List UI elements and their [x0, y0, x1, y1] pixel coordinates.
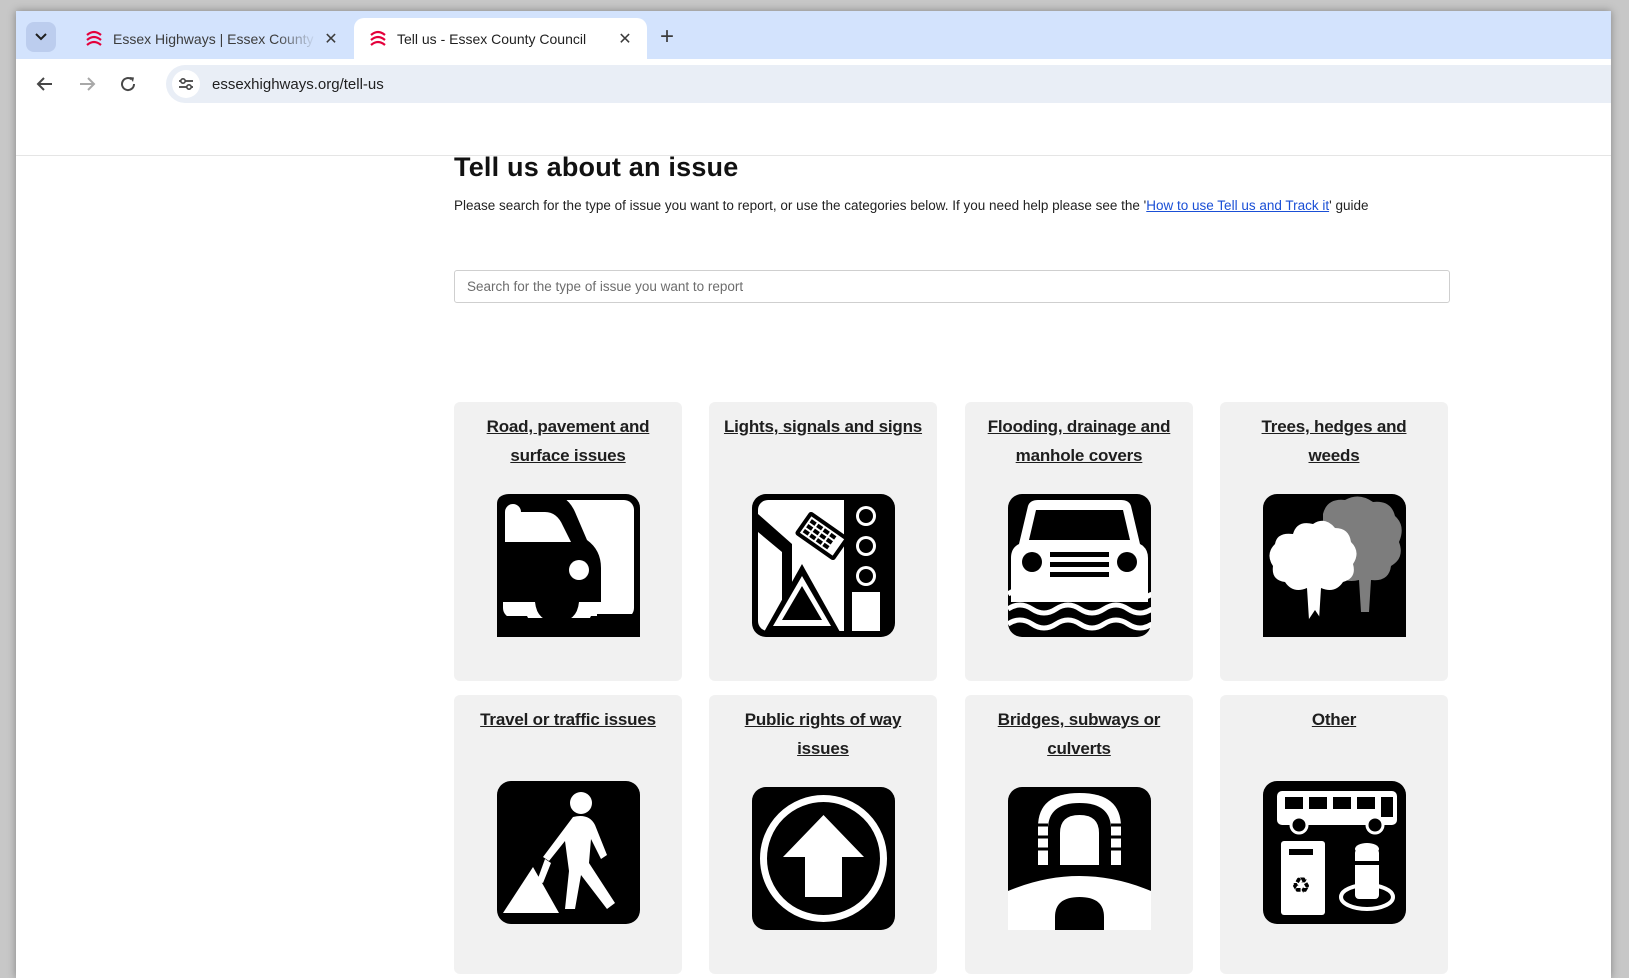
category-link[interactable]: Public rights of way issues — [723, 705, 923, 763]
category-card-rights-of-way[interactable]: Public rights of way issues — [709, 695, 937, 974]
category-card-road[interactable]: Road, pavement and surface issues — [454, 402, 682, 681]
category-card-trees[interactable]: Trees, hedges and weeds — [1220, 402, 1448, 681]
essex-logo-icon — [86, 30, 102, 46]
bus-bin-icon[interactable]: ♻ — [1263, 781, 1406, 924]
tab-search-button[interactable] — [26, 22, 56, 52]
trees-icon[interactable] — [1263, 494, 1406, 637]
reload-icon — [121, 77, 136, 92]
site-info-button[interactable] — [172, 70, 200, 98]
arrow-left-icon — [36, 77, 52, 91]
category-card-lights[interactable]: Lights, signals and signs — [709, 402, 937, 681]
svg-text:♻: ♻ — [1291, 874, 1311, 899]
browser-toolbar: essexhighways.org/tell-us — [16, 59, 1611, 108]
arrow-up-circle-icon[interactable] — [752, 787, 895, 930]
tab-title: Essex Highways | Essex County Council — [113, 30, 317, 47]
site-header — [16, 108, 1611, 156]
roadworks-icon[interactable] — [497, 781, 640, 924]
new-tab-button[interactable]: + — [653, 23, 681, 51]
tab-tell-us[interactable]: Tell us - Essex County Council ✕ — [354, 18, 647, 59]
bridge-tunnel-icon[interactable] — [1008, 787, 1151, 930]
category-card-flooding[interactable]: Flooding, drainage and manhole covers — [965, 402, 1193, 681]
car-flood-icon[interactable] — [1008, 494, 1151, 637]
category-link[interactable]: Lights, signals and signs — [723, 412, 923, 441]
category-link[interactable]: Other — [1234, 705, 1434, 734]
reload-button[interactable] — [114, 70, 142, 98]
address-bar[interactable]: essexhighways.org/tell-us — [166, 65, 1611, 103]
car-pothole-icon[interactable] — [497, 494, 640, 637]
arrow-right-icon — [80, 77, 96, 91]
issue-search-input[interactable] — [454, 270, 1450, 303]
close-icon[interactable]: ✕ — [317, 29, 345, 49]
page-title: Tell us about an issue — [454, 152, 739, 182]
url-text: essexhighways.org/tell-us — [212, 75, 384, 93]
tab-essex-highways[interactable]: Essex Highways | Essex County Council ✕ — [70, 18, 353, 59]
category-link[interactable]: Flooding, drainage and manhole covers — [979, 412, 1179, 470]
tune-icon — [179, 77, 193, 91]
category-card-travel[interactable]: Travel or traffic issues — [454, 695, 682, 974]
category-link[interactable]: Road, pavement and surface issues — [468, 412, 668, 470]
tab-strip: Essex Highways | Essex County Council ✕ … — [16, 11, 1611, 59]
back-button[interactable] — [31, 70, 59, 98]
intro-before: Please search for the type of issue you … — [454, 198, 1147, 213]
category-card-other[interactable]: Other ♻ — [1220, 695, 1448, 974]
category-link[interactable]: Travel or traffic issues — [468, 705, 668, 734]
tab-title: Tell us - Essex County Council — [397, 30, 587, 47]
intro-text: Please search for the type of issue you … — [454, 194, 1414, 218]
category-link[interactable]: Bridges, subways or culverts — [979, 705, 1179, 763]
chevron-down-icon — [35, 33, 47, 41]
intro-after: ' guide — [1329, 198, 1369, 213]
category-link[interactable]: Trees, hedges and weeds — [1234, 412, 1434, 470]
essex-logo-icon — [370, 30, 386, 46]
forward-button[interactable] — [73, 70, 101, 98]
close-icon[interactable]: ✕ — [611, 29, 639, 49]
category-card-bridges[interactable]: Bridges, subways or culverts — [965, 695, 1193, 974]
traffic-light-sign-icon[interactable] — [752, 494, 895, 637]
help-guide-link[interactable]: How to use Tell us and Track it — [1146, 198, 1329, 213]
